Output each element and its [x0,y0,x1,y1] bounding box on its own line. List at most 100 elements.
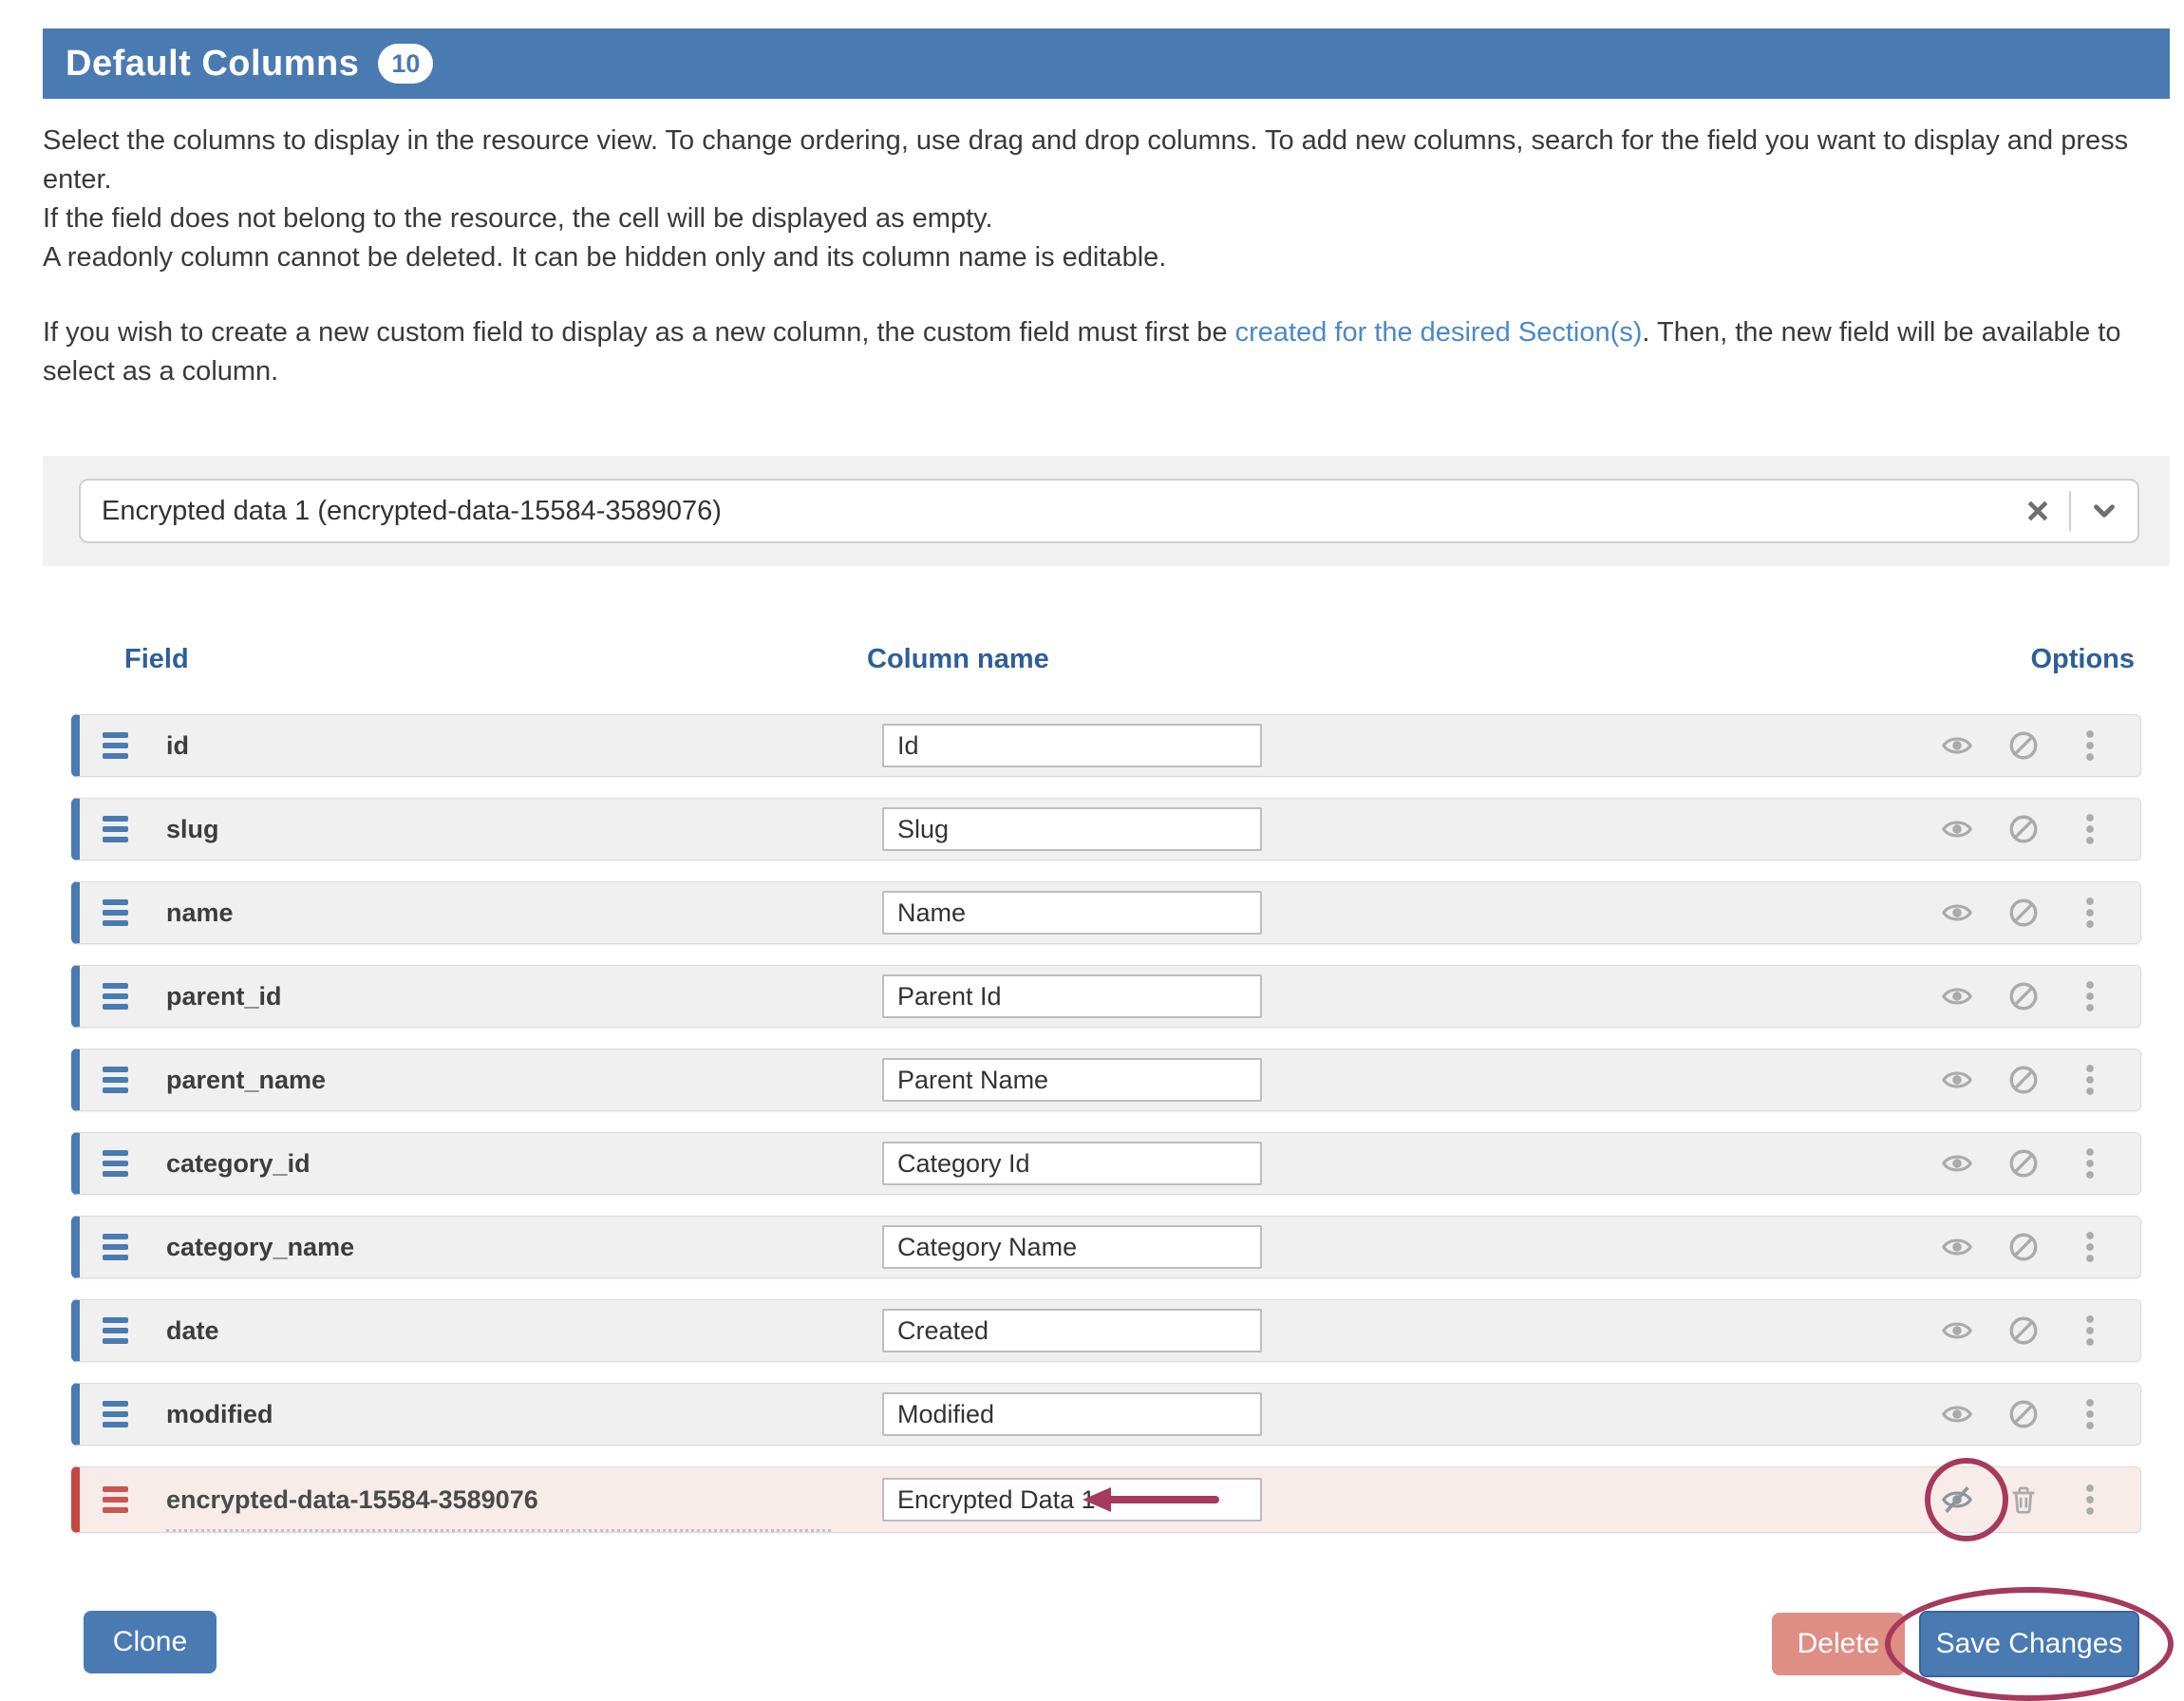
dropdown-toggle-button[interactable] [2088,495,2120,527]
visibility-toggle-button[interactable] [1941,897,1973,929]
row-menu-button[interactable] [2074,812,2106,846]
visibility-toggle-button[interactable] [1941,1398,1973,1430]
table-header-row: Field Column name Options [43,644,2170,678]
readonly-button[interactable] [2007,1398,2040,1430]
header-options: Options [2030,644,2135,675]
eye-icon [1941,1147,1973,1180]
drag-handle-icon[interactable] [103,816,128,842]
table-row: date [71,1299,2141,1362]
readonly-button[interactable] [2007,1147,2040,1180]
kebab-menu-icon [2082,812,2098,846]
intro-line-3: A readonly column cannot be deleted. It … [43,238,2170,277]
row-menu-button[interactable] [2074,896,2106,930]
ban-icon [2007,897,2040,929]
column-name-input[interactable] [882,974,1262,1018]
clone-button[interactable]: Clone [84,1611,217,1673]
field-name-label: parent_name [166,1066,326,1095]
ban-icon [2007,1064,2040,1096]
row-menu-button[interactable] [2074,1230,2106,1264]
kebab-menu-icon [2082,1483,2098,1517]
visibility-toggle-button[interactable] [1941,1064,1973,1096]
visibility-toggle-button[interactable] [1941,729,1973,762]
delete-button[interactable]: Delete [1772,1613,1905,1675]
trash-icon [2007,1484,2040,1516]
table-row-encrypted-data: encrypted-data-15584-3589076 [71,1466,2141,1533]
ban-icon [2007,729,2040,762]
drag-handle-icon[interactable] [103,1401,128,1427]
readonly-button[interactable] [2007,980,2040,1012]
row-menu-button[interactable] [2074,1314,2106,1348]
custom-field-link[interactable]: created for the desired Section(s) [1235,317,1643,348]
drag-handle-icon[interactable] [103,1317,128,1344]
visibility-toggle-button[interactable] [1941,813,1973,845]
row-menu-button[interactable] [2074,1146,2106,1181]
field-name-label: category_name [166,1233,354,1262]
visibility-toggle-button[interactable] [1941,1484,1973,1516]
intro-paragraph-2: If you wish to create a new custom field… [43,313,2170,391]
default-columns-page: Default Columns 10 Select the columns to… [0,0,2184,1677]
page-title: Default Columns [66,44,359,85]
drag-handle-icon[interactable] [103,1067,128,1093]
readonly-button[interactable] [2007,1064,2040,1096]
row-menu-button[interactable] [2074,728,2106,763]
ban-icon [2007,813,2040,845]
column-name-input[interactable] [882,1142,1262,1185]
table-row: slug [71,798,2141,860]
drag-handle-icon[interactable] [103,732,128,759]
kebab-menu-icon [2082,728,2098,763]
header-field: Field [124,644,189,675]
drag-handle-icon[interactable] [103,899,128,926]
eye-icon [1941,729,1973,762]
intro-2-text-before: If you wish to create a new custom field… [43,317,1235,348]
eye-icon [1941,813,1973,845]
column-name-input[interactable] [882,1309,1262,1352]
visibility-toggle-button[interactable] [1941,980,1973,1012]
drag-handle-icon[interactable] [103,1234,128,1260]
ban-icon [2007,1147,2040,1180]
field-name-label: name [166,898,234,928]
field-name-label: date [166,1316,219,1346]
eye-slash-icon [1941,1484,1973,1516]
column-name-input[interactable] [882,891,1262,935]
row-menu-button[interactable] [2074,1063,2106,1097]
kebab-menu-icon [2082,1314,2098,1348]
eye-icon [1941,1314,1973,1347]
save-changes-button[interactable]: Save Changes [1919,1611,2139,1677]
row-menu-button[interactable] [2074,979,2106,1013]
column-name-input[interactable] [882,1478,1262,1521]
table-row: parent_id [71,965,2141,1028]
column-name-input[interactable] [882,807,1262,851]
drag-handle-icon[interactable] [103,1150,128,1177]
header-column-name: Column name [867,644,1049,675]
eye-icon [1941,1398,1973,1430]
clear-selection-button[interactable] [2024,497,2052,525]
field-name-label: category_id [166,1149,311,1179]
readonly-button[interactable] [2007,1231,2040,1263]
section-header: Default Columns 10 [43,28,2170,99]
field-select-input[interactable] [102,496,2024,527]
column-name-input[interactable] [882,1392,1262,1436]
visibility-toggle-button[interactable] [1941,1231,1973,1263]
drag-handle-icon[interactable] [103,983,128,1010]
column-name-input[interactable] [882,1225,1262,1269]
kebab-menu-icon [2082,979,2098,1013]
ban-icon [2007,1231,2040,1263]
row-menu-button[interactable] [2074,1483,2106,1517]
readonly-button[interactable] [2007,1314,2040,1347]
readonly-button[interactable] [2007,897,2040,929]
column-name-input[interactable] [882,1058,1262,1102]
field-search-panel [43,456,2170,566]
readonly-button[interactable] [2007,729,2040,762]
drag-handle-icon[interactable] [103,1486,128,1513]
kebab-menu-icon [2082,1063,2098,1097]
row-menu-button[interactable] [2074,1397,2106,1431]
field-select[interactable] [79,479,2139,543]
table-row: parent_name [71,1049,2141,1111]
field-name-label: parent_id [166,982,282,1011]
delete-column-button[interactable] [2007,1484,2040,1516]
column-name-input[interactable] [882,724,1262,767]
kebab-menu-icon [2082,1230,2098,1264]
readonly-button[interactable] [2007,813,2040,845]
visibility-toggle-button[interactable] [1941,1147,1973,1180]
visibility-toggle-button[interactable] [1941,1314,1973,1347]
